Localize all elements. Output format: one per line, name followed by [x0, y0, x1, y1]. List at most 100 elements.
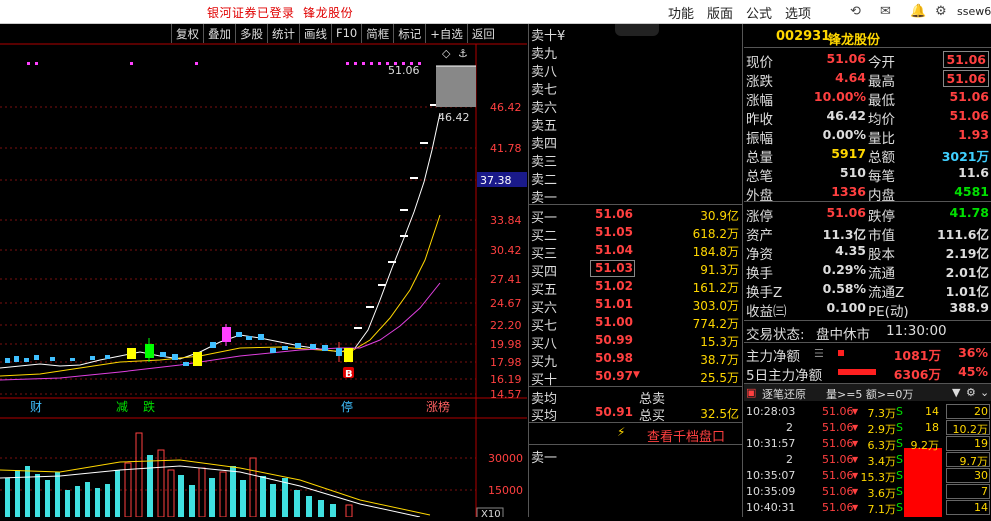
tick-count-cell — [946, 484, 990, 499]
tool-statistics[interactable]: 统计 — [267, 24, 299, 43]
list-icon: ☰ — [814, 347, 824, 360]
axis-price: 30.42 — [490, 244, 522, 257]
tool-multi-stock[interactable]: 多股 — [235, 24, 267, 43]
bottom-sell-1[interactable]: 卖一 — [529, 446, 743, 466]
triangle-down-icon: ▼ — [633, 370, 640, 380]
main-net-flow-row[interactable]: 主力净额 ☰ 1081万 36% — [744, 344, 991, 365]
marker-reduce[interactable]: 减 — [116, 400, 128, 414]
tick-header[interactable]: ▣ 逐笔还原 量>=5 额>=0万 ▼ ⚙ ⌄ — [744, 384, 991, 401]
buy-average-row: 买均 50.91 总买 32.5亿 — [531, 405, 739, 424]
settings-icon[interactable]: ⚙ — [935, 4, 947, 19]
kline-chart[interactable]: B 财 减 跌 停 涨榜 51.06 ◇ ⚓ 46.42 46.42 41.78… — [0, 24, 527, 521]
axis-price: 24.67 — [490, 297, 522, 310]
chevron-down-icon[interactable]: ⌄ — [980, 386, 989, 399]
marker-halt[interactable]: 停 — [341, 399, 353, 414]
filter-icon[interactable]: ▼ — [952, 386, 960, 399]
buy-signal-marker: B — [345, 369, 353, 380]
title-bar: 银河证券已登录 锋龙股份 功能 版面 公式 选项 ⟲ ✉ 🔔 ⚙ ssew6 — [0, 0, 991, 24]
buy-level-9[interactable]: 买九 50.98 38.7万 — [529, 350, 743, 370]
axis-price: 14.57 — [490, 388, 522, 401]
main-menu: 功能 版面 公式 选项 — [668, 3, 811, 22]
buy-level-4[interactable]: 买四 51.03 91.3万 — [529, 260, 743, 280]
sell-level-1[interactable]: 卖一 — [529, 186, 743, 206]
flow-bar — [838, 350, 844, 356]
buy-level-5[interactable]: 买五 51.02 161.2万 — [529, 278, 743, 298]
sell-level-6[interactable]: 卖六 — [529, 96, 743, 116]
diamond-icon: ◇ — [442, 47, 451, 60]
tool-overlay[interactable]: 叠加 — [203, 24, 235, 43]
high-price-label: 51.06 — [388, 64, 420, 77]
marker-finance[interactable]: 财 — [30, 400, 42, 414]
sell-average-row: 卖均 总卖 — [531, 392, 666, 407]
volume-axis-30000: 30000 — [488, 452, 523, 465]
tick-count-cell — [946, 420, 990, 435]
menu-layout[interactable]: 版面 — [707, 3, 733, 22]
refresh-icon[interactable]: ⟲ — [850, 4, 861, 19]
axis-price: 19.98 — [490, 338, 522, 351]
buy-level-2[interactable]: 买二 51.05 618.2万 — [529, 224, 743, 244]
sell-level-7[interactable]: 卖七 — [529, 78, 743, 98]
quote-row-fundamental: 换手 0.29% 流通 2.01亿 — [746, 262, 989, 282]
login-status: 银河证券已登录 锋龙股份 — [207, 6, 354, 20]
notification-icon[interactable]: 🔔 — [910, 4, 926, 19]
buy-level-3[interactable]: 买三 51.04 184.8万 — [529, 242, 743, 262]
stock-header: 002931 锋龙股份 — [744, 24, 991, 48]
quote-row: 涨跌 4.64 最高 51.06 — [744, 69, 991, 90]
buy-level-7[interactable]: 买七 51.00 774.2万 — [529, 314, 743, 334]
axis-price: 46.42 — [490, 101, 522, 114]
volume-unit: X10 — [481, 509, 501, 517]
tool-restore-rights[interactable]: 复权 — [171, 24, 203, 43]
axis-price: 16.19 — [490, 373, 522, 386]
anchor-icon: ⚓ — [458, 47, 468, 60]
flow-bar-5d — [838, 369, 876, 375]
tick-count-cell — [946, 468, 990, 483]
sell-level-8[interactable]: 卖八 — [529, 60, 743, 80]
tool-add-favorite[interactable]: +自选 — [425, 24, 467, 43]
buy-level-6[interactable]: 买六 51.01 303.0万 — [529, 296, 743, 316]
axis-price: 27.41 — [490, 273, 522, 286]
menu-options[interactable]: 选项 — [785, 3, 811, 22]
quote-row: 现价 51.06 今开 51.06 — [744, 50, 991, 71]
tool-draw-line[interactable]: 画线 — [299, 24, 331, 43]
tool-mark[interactable]: 标记 — [393, 24, 425, 43]
sell-level-2[interactable]: 卖二 — [529, 168, 743, 188]
stock-name: 锋龙股份 — [828, 33, 881, 48]
menu-formula[interactable]: 公式 — [746, 3, 772, 22]
menu-function[interactable]: 功能 — [668, 3, 694, 22]
sell-level-3[interactable]: 卖三 — [529, 150, 743, 170]
tool-back[interactable]: 返回 — [466, 24, 499, 43]
buy-level-1[interactable]: 买一 51.06 30.9亿 — [529, 206, 743, 226]
quote-row-fundamental: 净资 4.35 股本 2.19亿 — [746, 243, 989, 263]
buy-level-10[interactable]: 买十 50.97 ▼ 25.5万 — [529, 368, 743, 388]
tool-f10[interactable]: F10 — [331, 24, 361, 43]
marker-limit-list[interactable]: 涨榜 — [426, 399, 450, 414]
quote-row: 振幅 0.00% 量比 1.93 — [746, 127, 989, 147]
username[interactable]: ssew6 — [957, 5, 991, 18]
collapse-tab[interactable] — [615, 24, 659, 36]
message-icon[interactable]: ✉ — [880, 4, 891, 19]
limit-price-label: 46.42 — [438, 111, 470, 124]
quote-row-fundamental: 资产 11.3亿 市值 111.6亿 — [746, 227, 989, 244]
tool-simple-frame[interactable]: 简框 — [361, 24, 393, 43]
sell-level-4[interactable]: 卖四 — [529, 132, 743, 152]
quote-row: 外盘 1336 内盘 4581 — [746, 184, 989, 204]
sell-level-9[interactable]: 卖九 — [529, 42, 743, 62]
tick-count-cell — [946, 436, 990, 451]
trade-status-row: 交易状态: 盘中休市 11:30:00 — [746, 323, 947, 343]
tick-count-cell — [946, 500, 990, 515]
sell-level-5[interactable]: 卖五 — [529, 114, 743, 134]
thousand-level-link[interactable]: ⚡ 查看千档盘口 — [529, 424, 743, 445]
quote-row-fundamental: 收益㈢ 0.100 PE(动) 388.9 — [746, 300, 989, 320]
five-day-flow-row[interactable]: 5日主力净额 6306万 45% — [744, 363, 991, 384]
chart-toolbar: 复权 叠加 多股 统计 画线 F10 简框 标记 +自选 返回 — [171, 24, 499, 43]
tick-count-cell — [946, 452, 990, 467]
settings-icon[interactable]: ⚙ — [966, 386, 976, 399]
axis-price: 22.20 — [490, 319, 522, 332]
quote-row: 总笔 510 每笔 11.6 — [746, 165, 989, 185]
stock-code: 002931 — [776, 29, 831, 44]
buy-level-8[interactable]: 买八 50.99 15.3万 — [529, 332, 743, 352]
square-icon: ▣ — [746, 386, 757, 399]
volume-axis-15000: 15000 — [488, 484, 523, 497]
marker-fall[interactable]: 跌 — [143, 399, 155, 414]
axis-price: 17.98 — [490, 356, 522, 369]
